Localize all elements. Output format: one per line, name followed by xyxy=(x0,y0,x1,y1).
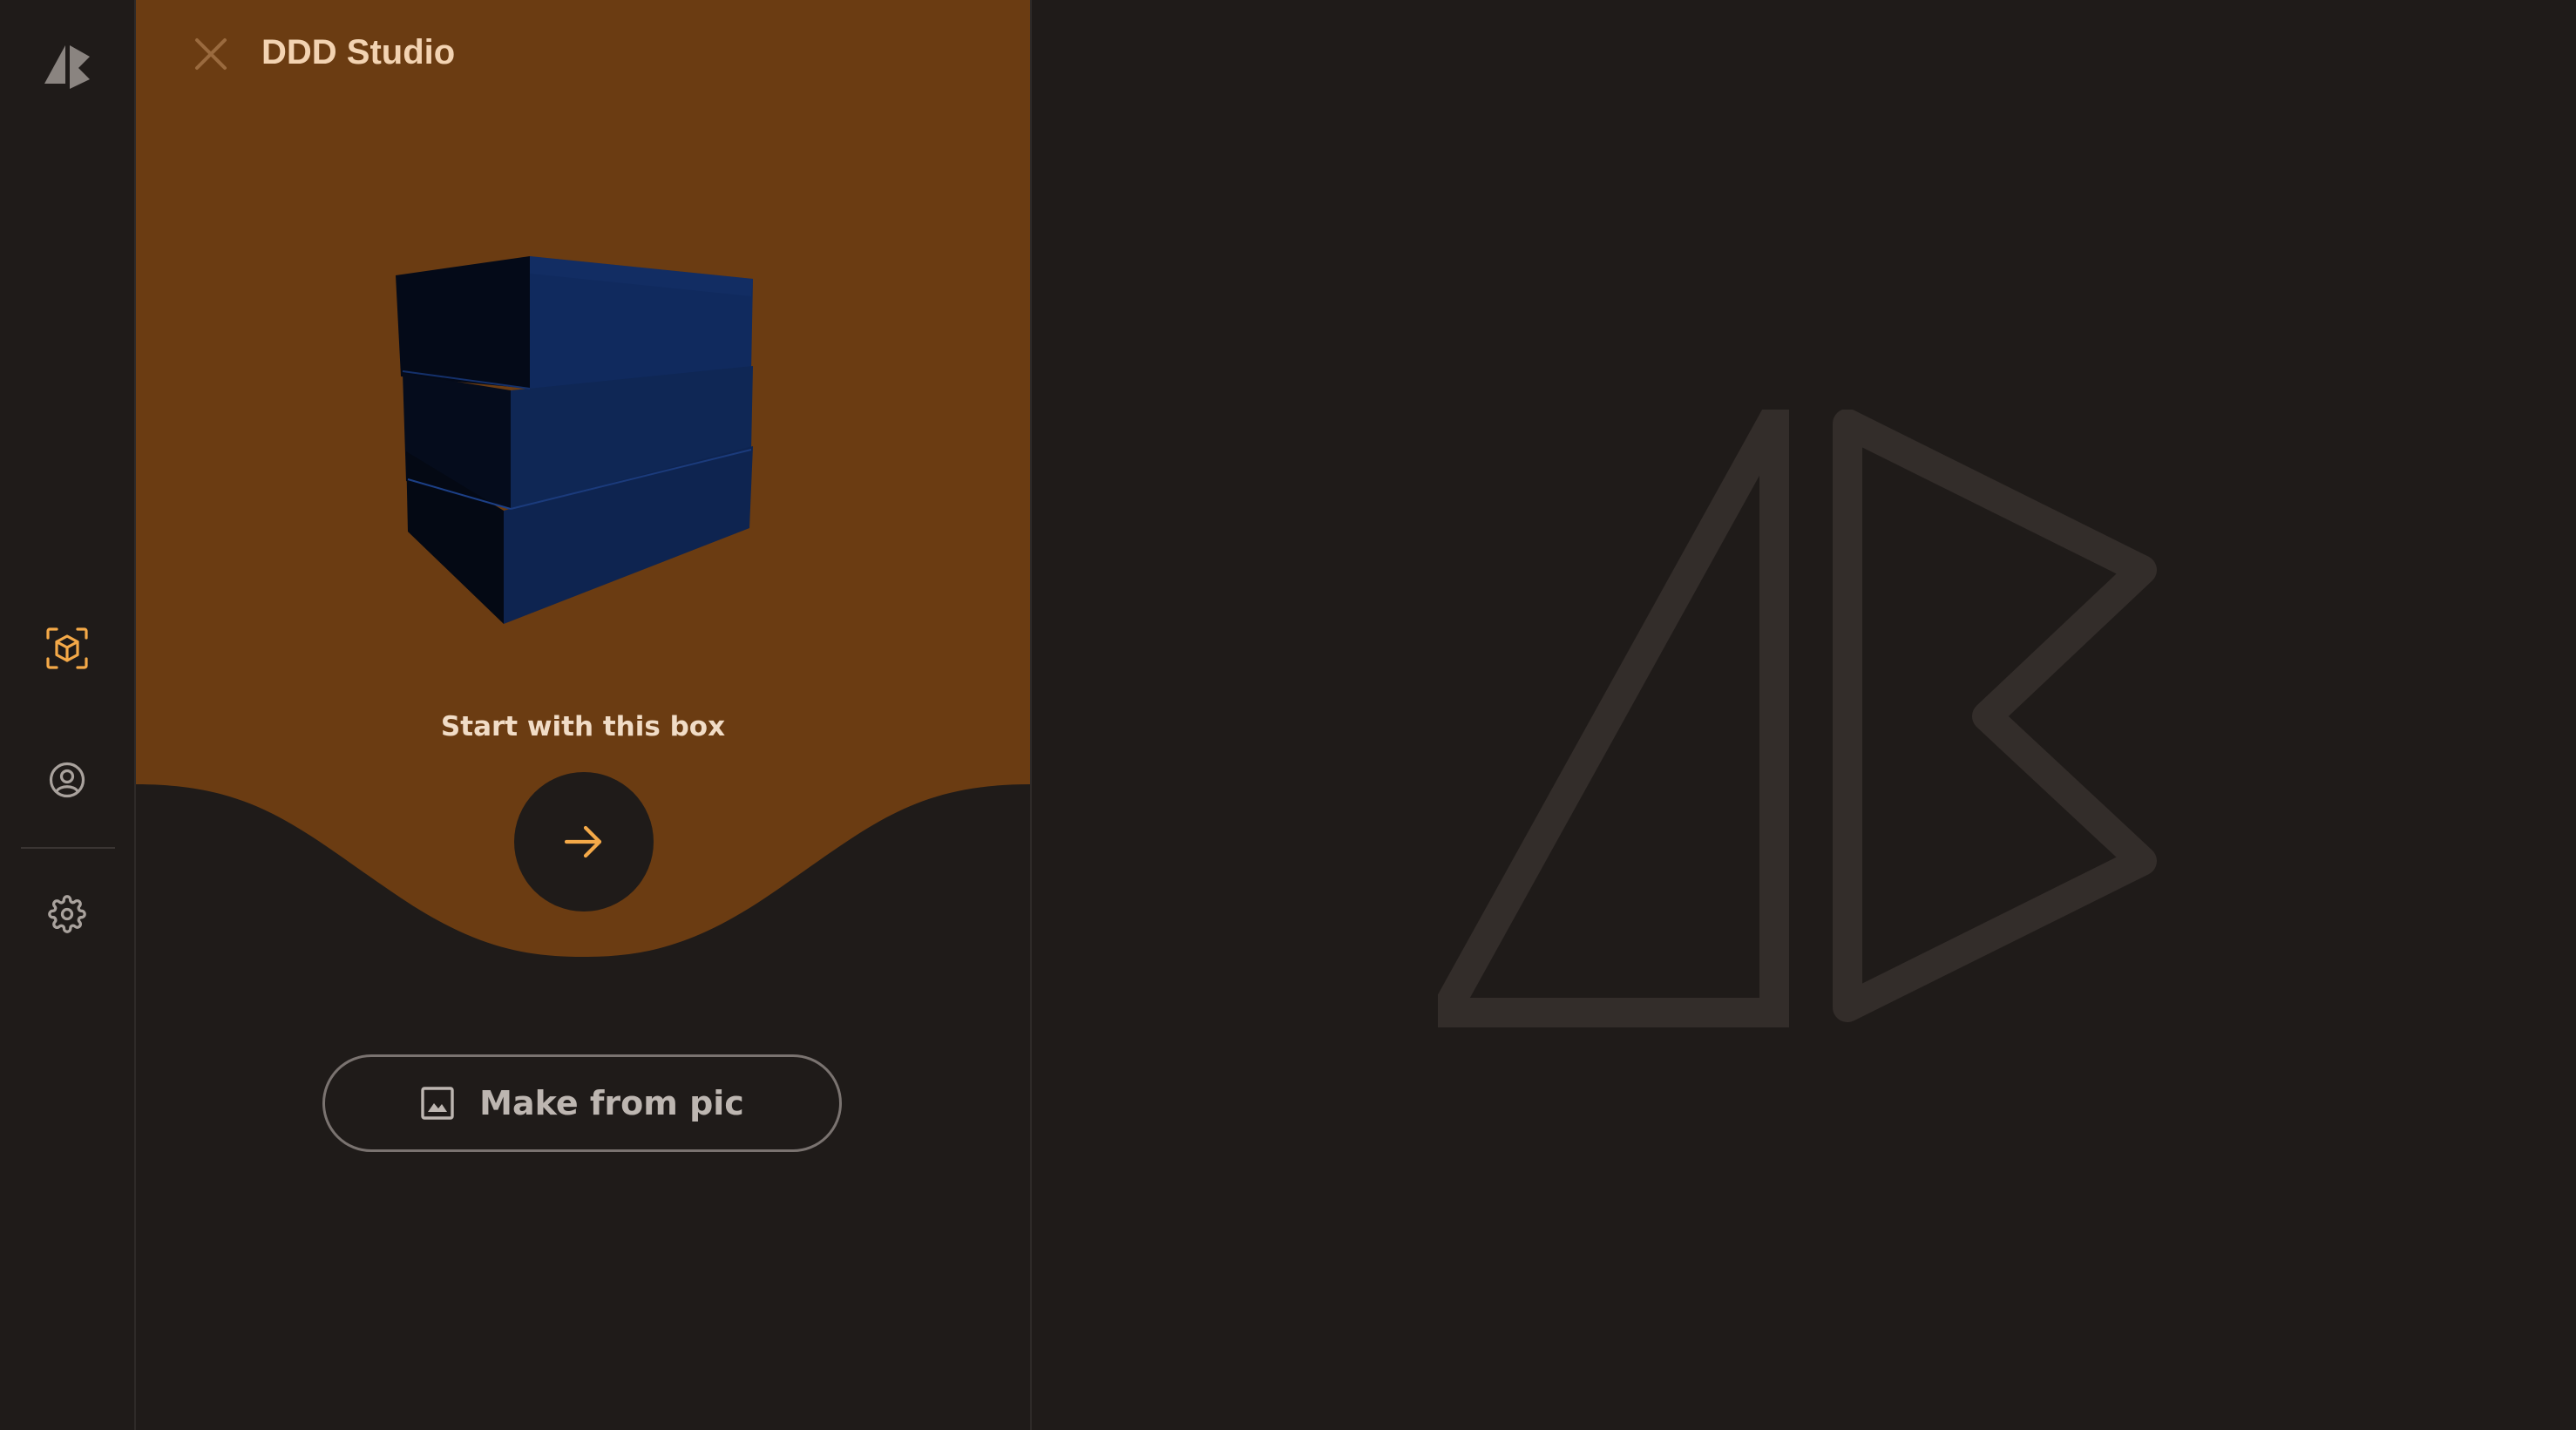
rail-item-account[interactable] xyxy=(32,745,102,815)
box-model-preview[interactable] xyxy=(380,244,790,636)
user-circle-icon xyxy=(49,762,85,798)
image-icon xyxy=(421,1087,454,1120)
close-button[interactable] xyxy=(183,26,239,82)
studio-panel: DDD Studio Start with this box Make from… xyxy=(136,0,1032,1430)
start-with-box-label: Start with this box xyxy=(440,711,726,742)
start-with-box-button[interactable] xyxy=(514,772,654,912)
rail-item-settings[interactable] xyxy=(32,879,102,949)
app-logo-icon xyxy=(44,45,90,89)
rail-item-studio[interactable] xyxy=(32,613,102,683)
workspace-watermark-logo xyxy=(1438,410,2157,1027)
make-from-pic-button[interactable]: Make from pic xyxy=(322,1054,842,1152)
rail-divider xyxy=(21,847,115,849)
navigation-rail xyxy=(0,0,136,1430)
gear-icon xyxy=(48,895,86,933)
panel-title: DDD Studio xyxy=(261,33,456,71)
cube-scan-icon xyxy=(46,627,88,669)
arrow-right-icon xyxy=(564,825,602,858)
home-logo-button[interactable] xyxy=(32,31,102,101)
make-from-pic-label: Make from pic xyxy=(479,1084,744,1122)
close-icon xyxy=(195,38,227,70)
app-window: DDD Studio Start with this box Make from… xyxy=(0,0,2576,1430)
